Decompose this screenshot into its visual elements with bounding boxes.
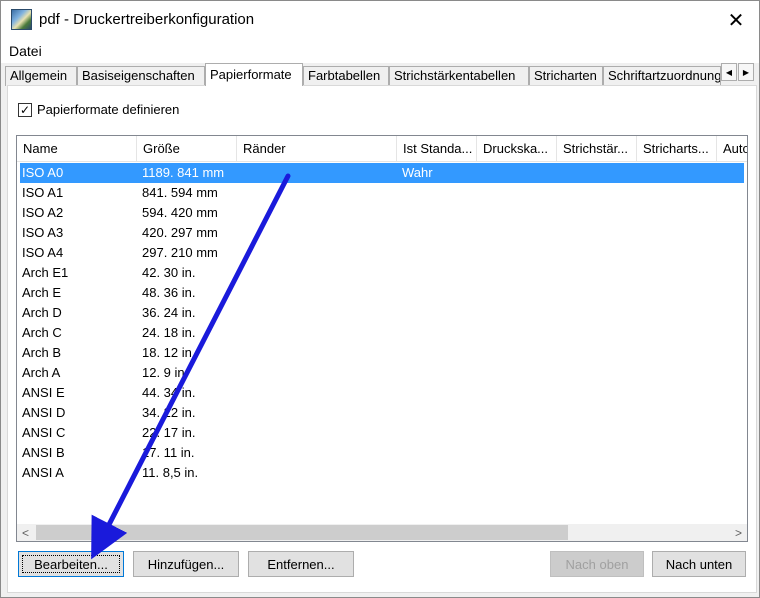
column-header-margins[interactable]: Ränder [237, 136, 397, 162]
column-header-size[interactable]: Größe [137, 136, 237, 162]
table-row[interactable]: ISO A3 420. 297 mm [20, 223, 744, 243]
table-row[interactable]: ANSI E 44. 34 in. [20, 383, 744, 403]
title-bar: pdf - Druckertreiberkonfiguration ✕ [1, 1, 759, 39]
table-row[interactable]: Arch D 36. 24 in. [20, 303, 744, 323]
define-formats-label: Papierformate definieren [37, 102, 180, 117]
tab-scroll-right-button[interactable]: ▶ [738, 63, 754, 81]
cell-name: Arch B [22, 345, 62, 360]
define-formats-checkbox[interactable]: ✓ [18, 102, 32, 117]
move-down-button[interactable]: Nach unten [652, 551, 746, 577]
triangle-right-icon: ▶ [742, 67, 750, 77]
focus-ring [22, 555, 120, 573]
move-up-button[interactable]: Nach oben [550, 551, 644, 577]
scroll-left-button[interactable]: < [17, 524, 34, 541]
close-button[interactable]: ✕ [713, 1, 759, 39]
cell-size: 297. 210 mm [142, 245, 218, 260]
cell-name: Arch C [22, 325, 62, 340]
cell-size: 17. 11 in. [142, 445, 195, 460]
close-icon: ✕ [727, 9, 745, 32]
cell-size: 12. 9 in. [142, 365, 189, 380]
scrollbar-thumb[interactable] [36, 525, 568, 540]
cell-size: 44. 34 in. [142, 385, 196, 400]
table-row[interactable]: Arch A 12. 9 in. [20, 363, 744, 383]
cell-name: Arch A [22, 365, 61, 380]
cell-size: 36. 24 in. [142, 305, 196, 320]
paper-format-list[interactable]: Name Größe Ränder Ist Standa... Druckska… [16, 135, 748, 542]
list-header: Name Größe Ränder Ist Standa... Druckska… [17, 136, 747, 162]
cell-standard: Wahr [402, 165, 433, 180]
tab-papierformate[interactable]: Papierformate [205, 63, 303, 86]
add-button[interactable]: Hinzufügen... [133, 551, 239, 577]
checkmark-icon: ✓ [19, 102, 31, 117]
cell-name: Arch E1 [22, 265, 69, 280]
tab-panel-papierformate: ✓ Papierformate definieren Name Größe Rä… [7, 85, 757, 593]
column-header-auto[interactable]: Auto [717, 136, 747, 162]
table-row[interactable]: Arch E 48. 36 in. [20, 283, 744, 303]
tab-strip: Allgemein Basiseigenschaften Papierforma… [5, 63, 757, 86]
table-row[interactable]: ANSI B 17. 11 in. [20, 443, 744, 463]
tab-farbtabellen[interactable]: Farbtabellen [303, 66, 389, 86]
window-title: pdf - Druckertreiberkonfiguration [39, 11, 255, 28]
table-row[interactable]: ANSI C 22. 17 in. [20, 423, 744, 443]
cell-size: 34. 22 in. [142, 405, 196, 420]
table-row[interactable]: ISO A2 594. 420 mm [20, 203, 744, 223]
tab-schriftartzuordnung[interactable]: Schriftartzuordnung [603, 66, 721, 86]
tab-basiseigenschaften[interactable]: Basiseigenschaften [77, 66, 205, 86]
cell-size: 420. 297 mm [142, 225, 218, 240]
column-header-standard[interactable]: Ist Standa... [397, 136, 477, 162]
cell-name: Arch D [22, 305, 62, 320]
define-formats-checkbox-row[interactable]: ✓ Papierformate definieren [18, 102, 179, 117]
column-header-line-width[interactable]: Strichstär... [557, 136, 637, 162]
cell-name: ANSI E [22, 385, 65, 400]
table-row[interactable]: Arch C 24. 18 in. [20, 323, 744, 343]
tab-scroll-left-button[interactable]: ◀ [721, 63, 737, 81]
table-row[interactable]: ANSI D 34. 22 in. [20, 403, 744, 423]
remove-button[interactable]: Entfernen... [248, 551, 354, 577]
cell-size: 22. 17 in. [142, 425, 196, 440]
column-header-line-style[interactable]: Stricharts... [637, 136, 717, 162]
cell-size: 11. 8,5 in. [142, 465, 199, 480]
column-header-name[interactable]: Name [17, 136, 137, 162]
cell-size: 24. 18 in. [142, 325, 196, 340]
menu-datei[interactable]: Datei [9, 43, 42, 59]
cell-name: ISO A0 [22, 165, 64, 180]
cell-name: ISO A3 [22, 225, 64, 240]
table-row[interactable]: ISO A1 841. 594 mm [20, 183, 744, 203]
cell-size: 42. 30 in. [142, 265, 196, 280]
cell-name: ANSI D [22, 405, 66, 420]
cell-name: ANSI B [22, 445, 65, 460]
dialog-window: pdf - Druckertreiberkonfiguration ✕ Date… [0, 0, 760, 598]
cell-name: ISO A1 [22, 185, 64, 200]
chevron-right-icon: > [734, 525, 742, 540]
cell-name: ANSI C [22, 425, 66, 440]
table-row[interactable]: Arch B 18. 12 in. [20, 343, 744, 363]
cell-size: 594. 420 mm [142, 205, 218, 220]
edit-button[interactable]: Bearbeiten... [18, 551, 124, 577]
list-rows: ISO A0 1189. 841 mm Wahr ISO A1 841. 594 mm I… [17, 163, 747, 483]
cell-size: 48. 36 in. [142, 285, 196, 300]
cell-name: Arch E [22, 285, 62, 300]
triangle-left-icon: ◀ [725, 67, 733, 77]
cell-name: ISO A4 [22, 245, 64, 260]
cell-size: 841. 594 mm [142, 185, 218, 200]
scroll-right-button[interactable]: > [730, 524, 747, 541]
cell-name: ANSI A [22, 465, 64, 480]
tab-allgemein[interactable]: Allgemein [5, 66, 77, 86]
menu-bar: Datei [1, 39, 759, 63]
table-row[interactable]: ISO A4 297. 210 mm [20, 243, 744, 263]
horizontal-scrollbar[interactable]: < > [17, 524, 747, 541]
app-icon [11, 9, 32, 30]
column-header-print-scale[interactable]: Druckska... [477, 136, 557, 162]
table-row[interactable]: Arch E1 42. 30 in. [20, 263, 744, 283]
tab-stricharten[interactable]: Stricharten [529, 66, 603, 86]
tab-strichstaerkentabellen[interactable]: Strichstärkentabellen [389, 66, 529, 86]
table-row[interactable]: ANSI A 11. 8,5 in. [20, 463, 744, 483]
cell-size: 1189. 841 mm [142, 165, 225, 180]
cell-name: ISO A2 [22, 205, 64, 220]
cell-size: 18. 12 in. [142, 345, 196, 360]
chevron-left-icon: < [21, 525, 29, 540]
table-row[interactable]: ISO A0 1189. 841 mm Wahr [20, 163, 744, 183]
